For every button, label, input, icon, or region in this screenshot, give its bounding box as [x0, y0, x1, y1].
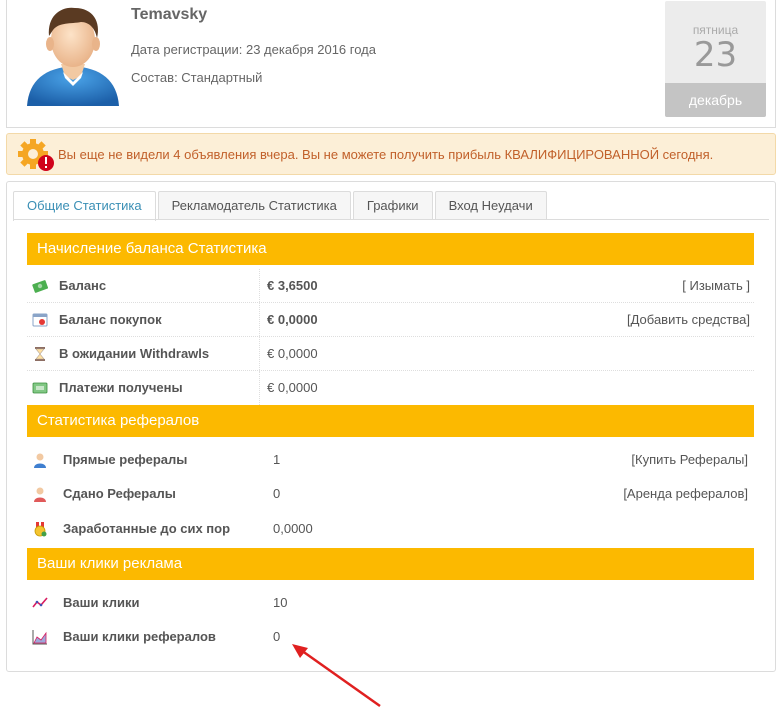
money-icon	[32, 280, 48, 293]
membership-type: Состав: Стандартный	[131, 70, 263, 85]
cart-calendar-icon	[32, 313, 48, 327]
hourglass-icon	[35, 347, 45, 361]
cash-received-icon	[32, 382, 48, 394]
payments-received-label: Платежи получены	[59, 380, 183, 395]
direct-referrals-value: 1	[273, 452, 281, 467]
earned-so-far-label: Заработанные до сих пор	[63, 521, 231, 536]
rent-referrals-link[interactable]: [Аренда рефералов]	[623, 486, 748, 501]
referral-section-header: Статистика рефералов	[27, 405, 754, 437]
add-funds-link[interactable]: [Добавить средства]	[627, 312, 750, 327]
tab-login-failures[interactable]: Вход Неудачи	[434, 191, 547, 220]
direct-referrals-label: Прямые рефералы	[63, 452, 188, 467]
line-chart-icon	[32, 597, 48, 608]
user-red-icon	[34, 487, 46, 502]
balance-label: Баланс	[59, 278, 107, 293]
payments-received-value: € 0,0000	[267, 380, 318, 395]
stats-panel: Общие Статистика Рекламодатель Статистик…	[6, 181, 776, 672]
pending-withdrawals-row: В ожидании Withdrawls € 0,0000	[27, 337, 754, 371]
registration-date: Дата регистрации: 23 декабря 2016 года	[131, 42, 376, 57]
direct-referrals-row: Прямые рефералы 1 [Купить Рефералы]	[27, 443, 754, 477]
calendar-widget: пятница 23 декабрь	[665, 1, 766, 117]
earned-so-far-row: Заработанные до сих пор 0,0000	[27, 512, 754, 546]
pending-withdrawals-label: В ожидании Withdrawls	[59, 346, 210, 361]
tab-advertiser-stats[interactable]: Рекламодатель Статистика	[157, 191, 351, 220]
column-divider	[259, 303, 260, 336]
buy-referrals-link[interactable]: [Купить Рефералы]	[631, 452, 748, 467]
calendar-month: декабрь	[665, 83, 766, 117]
withdraw-link[interactable]: [ Изымать ]	[682, 278, 750, 293]
your-clicks-row: Ваши клики 10	[27, 586, 754, 620]
column-divider	[259, 269, 260, 302]
profile-card: Temavsky Дата регистрации: 23 декабря 20…	[6, 0, 776, 128]
purchase-balance-value: € 0,0000	[267, 312, 318, 327]
tab-charts[interactable]: Графики	[352, 191, 433, 220]
balance-row: Баланс € 3,6500 [ Изымать ]	[27, 269, 754, 303]
referral-clicks-label: Ваши клики рефералов	[63, 629, 216, 644]
gear-warning-icon	[18, 139, 54, 171]
rented-referrals-label: Сдано Рефералы	[63, 486, 176, 501]
your-clicks-value: 10	[273, 595, 288, 610]
column-divider	[259, 371, 260, 405]
balance-section-header: Начисление баланса Статистика	[27, 233, 754, 265]
username: Temavsky	[131, 6, 208, 23]
user-avatar-icon	[27, 7, 119, 106]
payments-received-row: Платежи получены € 0,0000	[27, 371, 754, 405]
tab-bar: Общие Статистика Рекламодатель Статистик…	[13, 191, 549, 221]
referral-clicks-value: 0	[273, 629, 281, 644]
alert-message: Вы еще не видели 4 объявления вчера. Вы …	[58, 147, 714, 162]
pending-withdrawals-value: € 0,0000	[267, 346, 318, 361]
warning-alert: Вы еще не видели 4 объявления вчера. Вы …	[6, 133, 776, 175]
earned-so-far-value: 0,0000	[273, 521, 313, 536]
rented-referrals-value: 0	[273, 486, 281, 501]
tab-general-stats[interactable]: Общие Статистика	[13, 191, 156, 221]
column-divider	[259, 337, 260, 370]
medal-icon	[34, 522, 47, 537]
purchase-balance-row: Баланс покупок € 0,0000 [Добавить средст…	[27, 303, 754, 337]
balance-value: € 3,6500	[267, 278, 318, 293]
clicks-section-header: Ваши клики реклама	[27, 548, 754, 580]
purchase-balance-label: Баланс покупок	[59, 312, 162, 327]
area-chart-icon	[32, 630, 47, 645]
user-blue-icon	[34, 453, 46, 468]
rented-referrals-row: Сдано Рефералы 0 [Аренда рефералов]	[27, 477, 754, 511]
calendar-day: 23	[693, 35, 738, 75]
your-clicks-label: Ваши клики	[63, 595, 140, 610]
tab-divider	[13, 219, 769, 220]
red-arrow-annotation	[292, 644, 381, 708]
